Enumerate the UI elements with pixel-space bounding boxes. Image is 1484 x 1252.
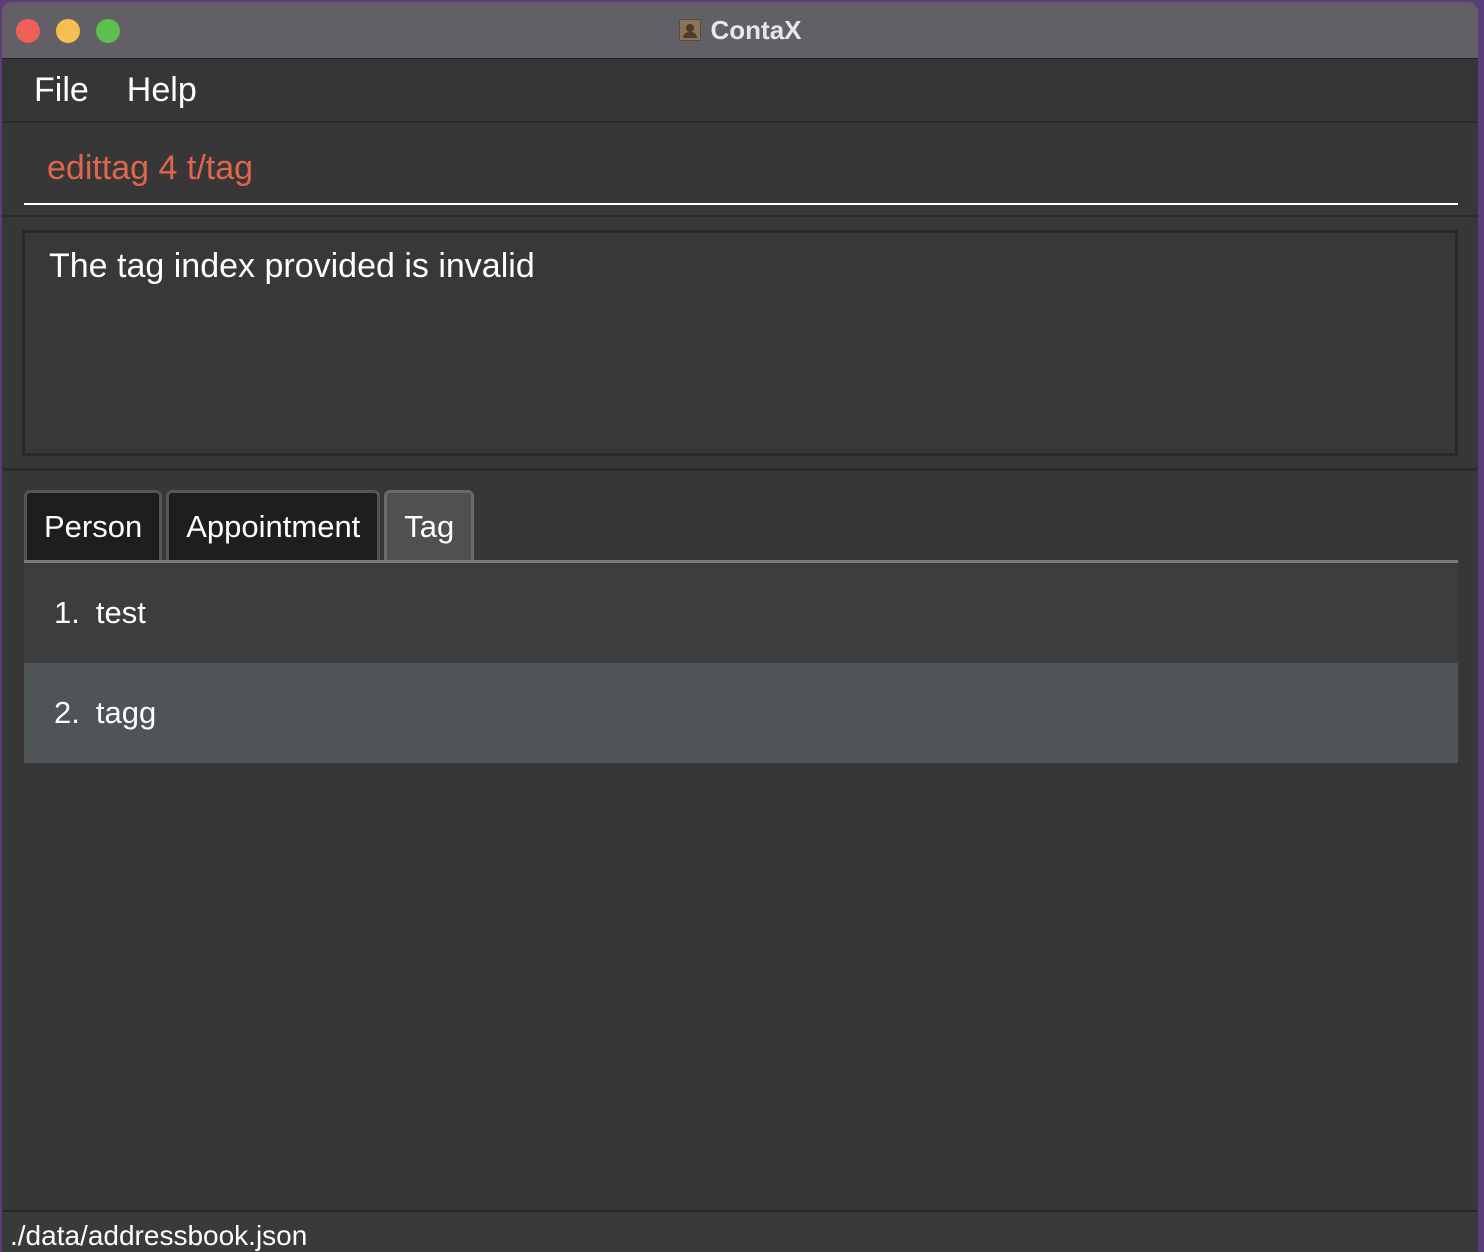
tab-appointment[interactable]: Appointment bbox=[166, 490, 381, 560]
app-window: ContaX File Help edittag 4 t/tag The tag… bbox=[2, 2, 1478, 1252]
menu-file[interactable]: File bbox=[34, 71, 89, 110]
menu-help[interactable]: Help bbox=[127, 71, 197, 110]
list-item[interactable]: 1. test bbox=[24, 563, 1458, 663]
command-box-area: edittag 4 t/tag bbox=[2, 125, 1478, 217]
list-item-index: 2. bbox=[54, 695, 80, 730]
tag-list: 1. test 2. tagg bbox=[24, 563, 1458, 763]
command-input[interactable]: edittag 4 t/tag bbox=[24, 133, 1458, 205]
list-item-index: 1. bbox=[54, 595, 80, 630]
list-item-name: tagg bbox=[95, 695, 157, 730]
menu-bar: File Help bbox=[2, 59, 1478, 123]
tab-bar: Person Appointment Tag bbox=[24, 490, 475, 562]
title-bar: ContaX bbox=[2, 2, 1478, 59]
window-title-group: ContaX bbox=[2, 2, 1478, 58]
data-file-path: ./data/addressbook.json bbox=[10, 1220, 308, 1251]
window-title: ContaX bbox=[710, 14, 802, 45]
result-message: The tag index provided is invalid bbox=[22, 230, 1458, 456]
result-display-area: The tag index provided is invalid bbox=[2, 218, 1478, 471]
list-item-name: test bbox=[95, 595, 146, 630]
contacts-app-icon bbox=[678, 19, 701, 41]
tab-person[interactable]: Person bbox=[24, 490, 163, 560]
list-item[interactable]: 2. tagg bbox=[24, 663, 1458, 763]
tab-tag[interactable]: Tag bbox=[384, 490, 475, 560]
status-bar: ./data/addressbook.json bbox=[2, 1210, 1478, 1252]
